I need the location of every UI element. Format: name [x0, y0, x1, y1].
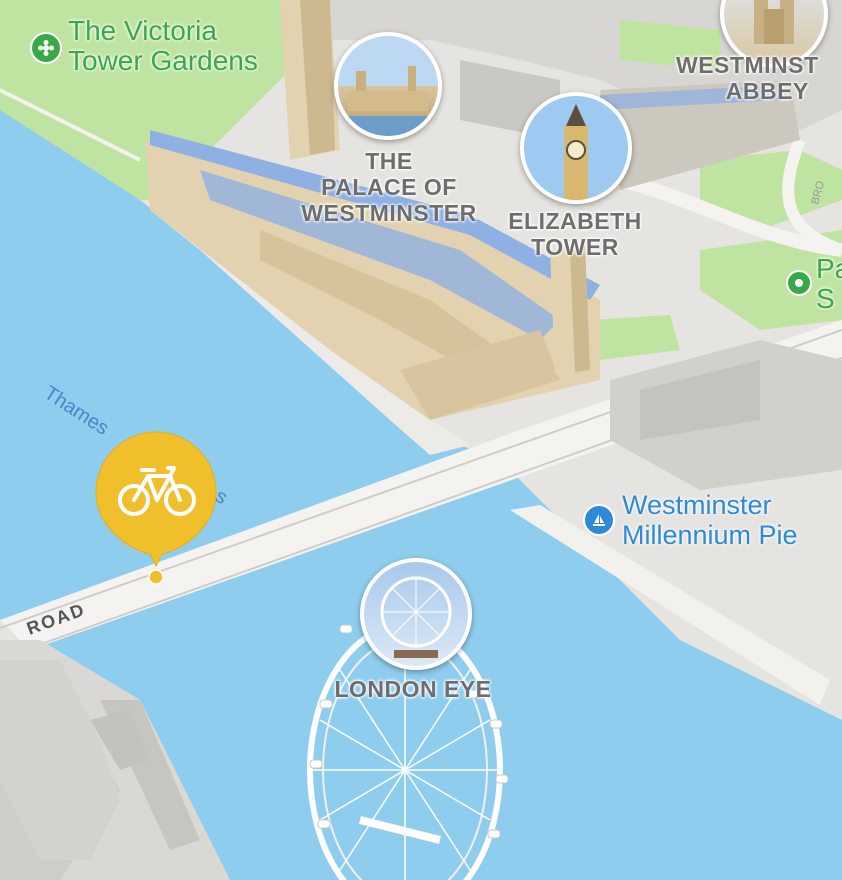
- victoria-gardens-line-2: Tower Gardens: [68, 45, 258, 76]
- sailboat-icon[interactable]: [583, 504, 615, 536]
- palace-icon: [348, 66, 428, 111]
- westminster-abbey-label[interactable]: WESTMINST ABBEY: [676, 52, 819, 104]
- abbey-line-2: ABBEY: [725, 78, 809, 104]
- pier-label[interactable]: Westminster Millennium Pie: [622, 490, 798, 550]
- london-eye-label[interactable]: LONDON EYE: [318, 676, 508, 702]
- elizabeth-tower-thumbnail[interactable]: [520, 92, 632, 204]
- park-line-1: Pa: [816, 253, 842, 284]
- bike-location-pin[interactable]: [94, 430, 218, 590]
- palace-line-3: WESTMINSTER: [301, 200, 477, 226]
- palace-label[interactable]: THE PALACE OF WESTMINSTER: [282, 148, 496, 226]
- flower-icon[interactable]: [30, 32, 62, 64]
- ferris-wheel-icon: [380, 576, 452, 658]
- clock-tower-icon: [564, 104, 588, 200]
- elizabeth-line-2: TOWER: [531, 234, 619, 260]
- park-line-2: S: [816, 283, 835, 314]
- london-eye-thumbnail[interactable]: [360, 558, 472, 670]
- map-canvas[interactable]: BRO The Victoria Tower Gardens WESTMINST…: [0, 0, 842, 880]
- victoria-gardens-label[interactable]: The Victoria Tower Gardens: [68, 16, 258, 76]
- palace-line-2: PALACE OF: [321, 174, 457, 200]
- pier-line-1: Westminster: [622, 490, 772, 520]
- abbey-line-1: WESTMINST: [676, 52, 819, 78]
- elizabeth-tower-label[interactable]: ELIZABETH TOWER: [496, 208, 654, 260]
- park-partial-label[interactable]: Pa S: [816, 254, 842, 314]
- pier-line-2: Millennium Pie: [622, 520, 798, 550]
- elizabeth-line-1: ELIZABETH: [508, 208, 642, 234]
- victoria-gardens-line-1: The Victoria: [68, 15, 217, 46]
- dot-icon[interactable]: [786, 270, 812, 296]
- palace-line-1: THE: [365, 148, 413, 174]
- palace-thumbnail[interactable]: [334, 32, 442, 140]
